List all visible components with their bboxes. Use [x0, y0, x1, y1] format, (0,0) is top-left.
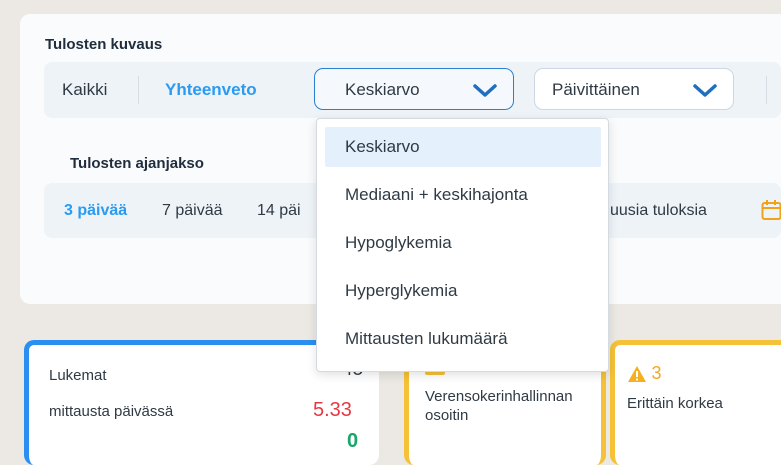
tab-summary[interactable]: Yhteenveto — [165, 80, 257, 100]
period-7-days[interactable]: 7 päivää — [162, 202, 223, 220]
new-results-link[interactable]: uusia tuloksia — [610, 202, 707, 220]
period-3-days[interactable]: 3 päivää — [64, 202, 127, 220]
interval-select[interactable]: Päivittäinen — [534, 68, 734, 110]
chevron-down-icon — [473, 84, 497, 97]
dropdown-option-measurement-count[interactable]: Mittausten lukumäärä — [325, 319, 601, 359]
glucose-label: Verensokerinhallinnan osoitin — [425, 388, 573, 424]
divider — [766, 76, 767, 104]
dropdown-option-average[interactable]: Keskiarvo — [325, 127, 601, 167]
very-high-card: 3 Erittäin korkea — [610, 340, 781, 465]
divider — [138, 76, 139, 104]
very-high-label: Erittäin korkea — [627, 395, 723, 412]
calendar-icon[interactable] — [761, 199, 781, 221]
dropdown-option-hyperglycemia[interactable]: Hyperglykemia — [325, 271, 601, 311]
tab-all[interactable]: Kaikki — [62, 80, 107, 100]
per-day-value: 5.33 — [313, 399, 352, 421]
per-day-label: mittausta päivässä — [49, 403, 174, 420]
very-high-count: 3 — [651, 363, 662, 383]
third-value: 0 — [347, 430, 359, 452]
interval-select-value: Päivittäinen — [552, 80, 640, 99]
very-high-header: 3 — [627, 363, 661, 384]
results-period-title: Tulosten ajanjakso — [70, 155, 204, 172]
period-14-days[interactable]: 14 päi — [257, 202, 301, 220]
statistic-dropdown: Keskiarvo Mediaani + keskihajonta Hypogl… — [316, 118, 609, 372]
readings-label: Lukemat — [49, 367, 107, 384]
dropdown-option-hypoglycemia[interactable]: Hypoglykemia — [325, 223, 601, 263]
results-description-title: Tulosten kuvaus — [45, 36, 163, 53]
statistic-select[interactable]: Keskiarvo — [314, 68, 514, 110]
chevron-down-icon — [693, 84, 717, 97]
dropdown-option-median[interactable]: Mediaani + keskihajonta — [325, 175, 601, 215]
statistic-select-value: Keskiarvo — [345, 80, 420, 99]
warning-icon — [628, 365, 646, 382]
